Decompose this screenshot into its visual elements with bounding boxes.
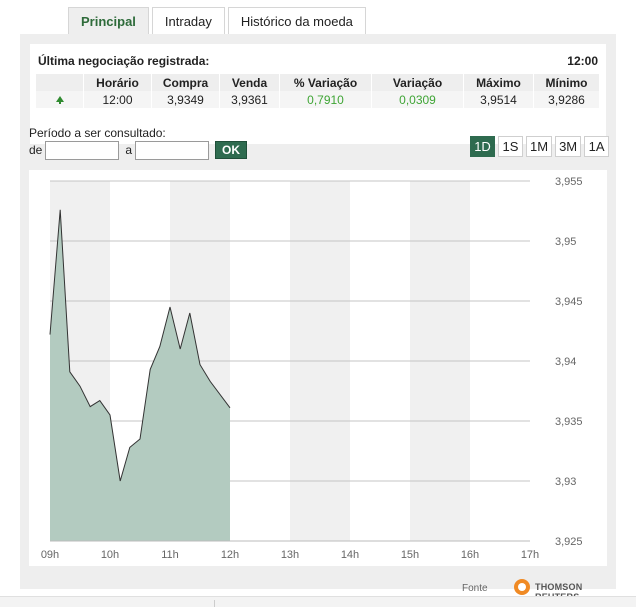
trend-cell	[36, 91, 84, 108]
up-arrow-icon	[55, 95, 64, 104]
x-tick-label: 12h	[221, 549, 239, 561]
source-label: Fonte	[462, 583, 488, 594]
x-tick-label: 16h	[461, 549, 479, 561]
date-from-input[interactable]	[45, 140, 120, 160]
tab-intraday[interactable]: Intraday	[151, 7, 225, 35]
bottom-scrollbar[interactable]	[0, 596, 636, 607]
quote-header-row: Horário Compra Venda % Variação Variação…	[36, 74, 599, 91]
header-compra: Compra	[152, 74, 220, 91]
x-tick-label: 14h	[341, 549, 359, 561]
header-horario: Horário	[84, 74, 152, 91]
y-tick-label: 3,945	[555, 296, 583, 308]
bottom-divider	[214, 600, 215, 607]
y-tick-label: 3,94	[555, 356, 576, 368]
header-minimo: Mínimo	[545, 75, 588, 90]
price-chart-svg: 3,955 3,95 3,945 3,94 3,935 3,93 3,925 09h 10h 11…	[41, 176, 583, 561]
last-trade-header: Última negociação registrada: 12:00	[38, 54, 598, 68]
y-tick-label: 3,95	[555, 236, 576, 248]
x-tick-label: 15h	[401, 549, 419, 561]
header-variacao: Variação	[372, 74, 464, 91]
quote-value-row: 12:00 3,9349 3,9361 0,7910 0,0309 3,9514…	[36, 91, 599, 108]
value-maximo: 3,9514	[464, 91, 534, 108]
last-trade-time: 12:00	[567, 54, 598, 68]
ok-button[interactable]: OK	[215, 141, 248, 159]
last-trade-title: Última negociação registrada:	[38, 54, 210, 68]
de-label: de	[29, 143, 43, 157]
range-1s-button[interactable]: 1S	[498, 136, 523, 157]
tab-principal[interactable]: Principal	[68, 7, 149, 35]
header-maximo: Máximo	[464, 74, 534, 91]
x-tick-label: 10h	[101, 549, 119, 561]
range-3m-button[interactable]: 3M	[555, 136, 582, 157]
y-tick-label: 3,955	[555, 176, 583, 188]
range-1a-button[interactable]: 1A	[584, 136, 610, 157]
quote-table: Horário Compra Venda % Variação Variação…	[36, 74, 599, 108]
y-tick-label: 3,93	[555, 476, 576, 488]
main-panel: Última negociação registrada: 12:00 Horá…	[20, 34, 616, 602]
value-compra: 3,9349	[152, 91, 220, 108]
x-tick-label: 11h	[161, 549, 179, 561]
value-pct-variacao: 0,7910	[280, 91, 372, 108]
tab-historico-da-moeda[interactable]: Histórico da moeda	[227, 7, 366, 35]
thomson-reuters-logo-icon	[514, 579, 530, 595]
a-label: a	[125, 143, 133, 157]
date-to-input[interactable]	[135, 140, 210, 160]
period-form: de a OK	[29, 140, 248, 160]
y-tick-label: 3,925	[555, 536, 583, 548]
period-label: Período a ser consultado:	[29, 126, 166, 140]
x-tick-label: 13h	[281, 549, 299, 561]
price-chart: 3,955 3,95 3,945 3,94 3,935 3,93 3,925 09h 10h 11…	[29, 170, 607, 566]
tab-bar: Principal Intraday Histórico da moeda	[68, 7, 369, 35]
y-tick-label: 3,935	[555, 416, 583, 428]
range-1d-button[interactable]: 1D	[470, 136, 495, 157]
header-venda: Venda	[220, 74, 280, 91]
x-tick-label: 17h	[521, 549, 539, 561]
value-venda: 3,9361	[220, 91, 280, 108]
range-selector: 1D 1S 1M 3M 1A	[467, 136, 610, 157]
header-pct-variacao: % Variação	[280, 74, 372, 91]
quote-header-blank	[36, 74, 84, 91]
value-horario: 12:00	[84, 91, 152, 108]
value-variacao: 0,0309	[372, 91, 464, 108]
x-tick-label: 09h	[41, 549, 59, 561]
value-minimo: 3,9286	[548, 92, 585, 107]
range-1m-button[interactable]: 1M	[526, 136, 553, 157]
